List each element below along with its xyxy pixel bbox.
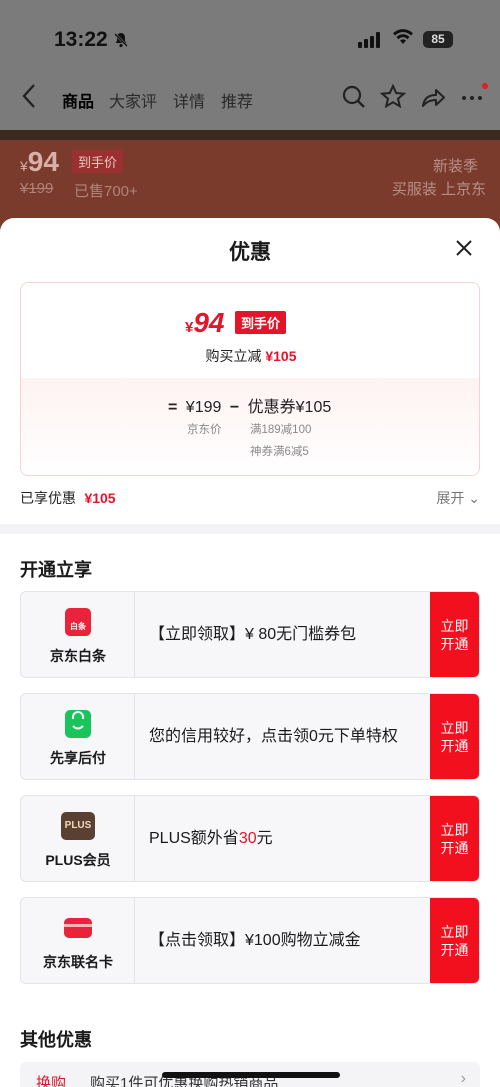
battery-icon: 85 (423, 31, 453, 48)
offer-name: 京东联名卡 (43, 954, 113, 970)
coupon-detail-1: 满189减100 (250, 424, 312, 436)
other-section-title: 其他优惠 (20, 1030, 92, 1050)
offer-plus[interactable]: PLUS PLUS会员 PLUS额外省 30 元 立即 开通 (20, 795, 480, 882)
price-breakdown-card: ¥94 到手价 购买立减 ¥105 = ¥199 − 优惠券¥105 京东价 满… (20, 282, 480, 476)
plus-logo-icon: PLUS (61, 812, 95, 840)
product-navbar: 商品 大家评 详情 推荐 (0, 80, 500, 120)
status-bar: 13:22 85 (0, 26, 500, 56)
section-divider (0, 524, 500, 534)
tab-reviews[interactable]: 大家评 (109, 88, 157, 112)
open-now-button[interactable]: 立即 开通 (430, 796, 479, 881)
enjoyed-amount: ¥105 (84, 490, 116, 506)
banner-price: ¥94 (20, 146, 59, 177)
notification-dot (482, 83, 488, 89)
list-price-caption: 京东价 (187, 424, 222, 436)
background-page: 13:22 85 商品 大家评 详情 推荐 ¥94 到手价 ¥199 已售700… (0, 0, 500, 240)
home-indicator[interactable] (162, 1072, 340, 1078)
search-icon[interactable] (341, 84, 367, 110)
banner-price-tag: 到手价 (72, 150, 124, 173)
offer-baitiao[interactable]: 白条 京东白条 【立即领取】¥ 80无门槛券包 立即 开通 (20, 591, 480, 678)
banner-sold-count: 已售700+ (74, 183, 138, 200)
final-price-tag: 到手价 (235, 311, 287, 334)
offer-name: 先享后付 (50, 750, 106, 766)
expand-button[interactable]: 展开 ⌄ (436, 488, 480, 508)
back-icon[interactable] (20, 82, 38, 116)
banner-original-price: ¥199 (20, 180, 54, 197)
share-icon[interactable] (420, 84, 446, 110)
open-now-button[interactable]: 立即 开通 (430, 694, 479, 779)
exchange-tag: 换购 (36, 1075, 67, 1087)
credit-card-icon (64, 918, 92, 938)
offer-description: PLUS额外省 30 元 (149, 830, 273, 847)
offer-pay-later[interactable]: 先享后付 您的信用较好，点击领0元下单特权 立即 开通 (20, 693, 480, 780)
chevron-right-icon: › (460, 1070, 466, 1087)
open-now-button[interactable]: 立即 开通 (430, 898, 479, 983)
final-price: ¥94 (185, 307, 225, 338)
tab-product[interactable]: 商品 (62, 88, 94, 112)
shopping-bag-icon (65, 710, 91, 738)
tab-recommend[interactable]: 推荐 (221, 88, 253, 112)
silent-bell-icon (113, 32, 129, 53)
banner-promo-title: 新装季 (432, 158, 478, 175)
enjoyed-label: 已享优惠 (20, 490, 76, 506)
coupon-detail-2: 神券满6减5 (250, 446, 309, 458)
offer-name: 京东白条 (50, 648, 106, 664)
instant-reduction: 购买立减 ¥105 (205, 348, 297, 364)
discount-sheet: 优惠 ¥94 到手价 购买立减 ¥105 = ¥199 − 优惠券¥105 京东… (0, 218, 500, 1087)
status-time: 13:22 (54, 28, 108, 51)
offer-name: PLUS会员 (45, 852, 111, 868)
tab-details[interactable]: 详情 (173, 88, 205, 112)
sheet-title: 优惠 (229, 241, 271, 264)
open-now-button[interactable]: 立即 开通 (430, 592, 479, 677)
offer-cobrand-card[interactable]: 京东联名卡 【点击领取】¥100购物立减金 立即 开通 (20, 897, 480, 984)
signal-icon (358, 32, 382, 48)
open-section-title: 开通立享 (20, 560, 92, 580)
baitiao-logo-icon: 白条 (65, 608, 91, 636)
chevron-down-icon: ⌄ (468, 490, 480, 506)
enjoyed-discount-row: 已享优惠 ¥105 展开 ⌄ (20, 488, 480, 508)
price-calculation: = ¥199 − 优惠券¥105 (168, 399, 332, 416)
close-icon[interactable] (454, 238, 474, 258)
wifi-icon (392, 28, 414, 51)
offer-description: 【点击领取】¥100购物立减金 (149, 932, 361, 949)
banner-promo-subtitle: 买服装 上京东 (391, 181, 486, 198)
offer-description: 【立即领取】¥ 80无门槛券包 (149, 626, 357, 643)
offer-description: 您的信用较好，点击领0元下单特权 (149, 728, 398, 745)
star-icon[interactable] (379, 83, 407, 110)
